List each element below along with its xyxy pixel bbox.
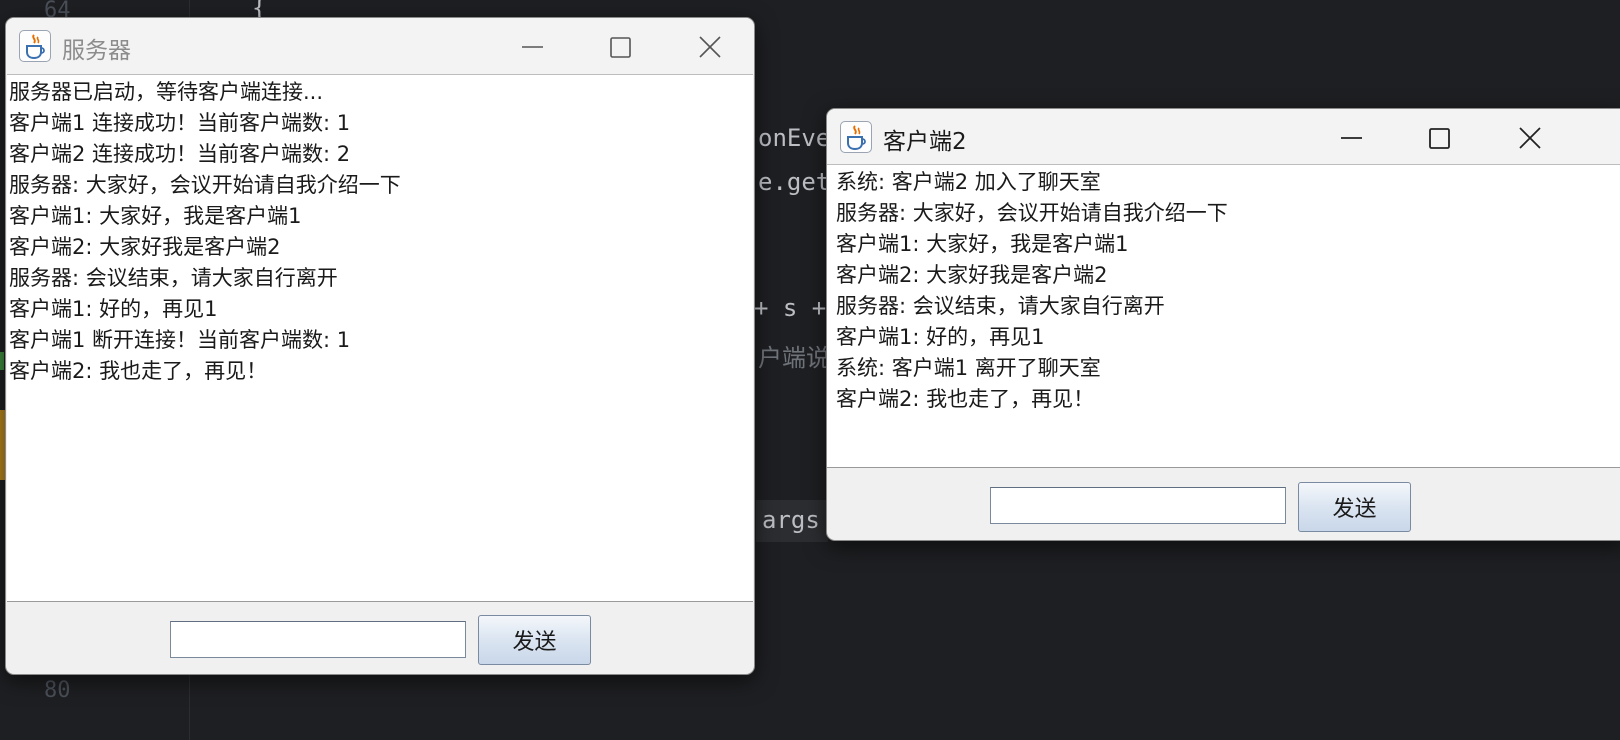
close-icon[interactable] [1515, 123, 1545, 153]
chat-message: 服务器: 大家好，会议开始请自我介绍一下 [836, 201, 1228, 225]
chat-message: 服务器: 大家好，会议开始请自我介绍一下 [9, 173, 401, 197]
minimize-icon[interactable] [518, 32, 548, 62]
gutter-change-marker [0, 352, 4, 370]
code-fragment: e.get [758, 168, 831, 196]
client2-window-title: 客户端2 [883, 129, 967, 155]
server-window[interactable]: 服务器 服务器已启动，等待客户端连接... 客户端1 连接成功！当前客户端数: … [5, 17, 755, 675]
client2-titlebar[interactable]: 客户端2 [827, 109, 1620, 165]
chat-message: 服务器已启动，等待客户端连接... [9, 80, 324, 104]
chat-message: 服务器: 会议结束，请大家自行离开 [836, 294, 1165, 318]
server-window-title: 服务器 [62, 38, 131, 64]
java-cup-icon [840, 121, 872, 153]
minimize-icon[interactable] [1337, 123, 1367, 153]
chat-message: 客户端2: 大家好我是客户端2 [9, 235, 281, 259]
code-fragment: onEve [758, 124, 831, 152]
close-icon[interactable] [695, 32, 725, 62]
code-fragment: 户端说 [758, 344, 830, 372]
chat-message: 客户端1: 大家好，我是客户端1 [9, 204, 302, 228]
server-message-input[interactable] [170, 621, 466, 658]
code-fragment: args [762, 506, 820, 534]
maximize-icon[interactable] [1425, 123, 1455, 153]
chat-message: 系统: 客户端1 离开了聊天室 [836, 356, 1101, 380]
client2-send-button[interactable]: 发送 [1298, 482, 1411, 532]
chat-message: 客户端2: 我也走了，再见！ [9, 359, 268, 383]
chat-message: 客户端1 连接成功！当前客户端数: 1 [9, 111, 351, 135]
chat-message: 客户端1: 大家好，我是客户端1 [836, 232, 1129, 256]
client2-window[interactable]: 客户端2 系统: 客户端2 加入了聊天室 服务器: 大家好，会议开始请自我介绍一… [826, 108, 1620, 541]
code-fragment: + s + [754, 294, 827, 322]
chat-message: 客户端2: 我也走了，再见！ [836, 387, 1095, 411]
client2-message-input[interactable] [990, 487, 1286, 524]
chat-message: 客户端1: 好的，再见1 [9, 297, 218, 321]
chat-message: 客户端1: 好的，再见1 [836, 325, 1045, 349]
chat-message: 客户端2: 大家好我是客户端2 [836, 263, 1108, 287]
java-cup-icon [19, 30, 51, 62]
chat-message: 客户端2 连接成功！当前客户端数: 2 [9, 142, 351, 166]
line-number: 80 [44, 678, 71, 703]
chat-message: 服务器: 会议结束，请大家自行离开 [9, 266, 338, 290]
server-titlebar[interactable]: 服务器 [6, 18, 754, 74]
chat-message: 客户端1 断开连接！当前客户端数: 1 [9, 328, 351, 352]
maximize-icon[interactable] [606, 32, 636, 62]
client2-chat-area[interactable]: 系统: 客户端2 加入了聊天室 服务器: 大家好，会议开始请自我介绍一下 客户端… [827, 164, 1620, 468]
server-send-button[interactable]: 发送 [478, 615, 591, 665]
chat-message: 系统: 客户端2 加入了聊天室 [836, 170, 1101, 194]
server-chat-area[interactable]: 服务器已启动，等待客户端连接... 客户端1 连接成功！当前客户端数: 1 客户… [7, 74, 753, 602]
